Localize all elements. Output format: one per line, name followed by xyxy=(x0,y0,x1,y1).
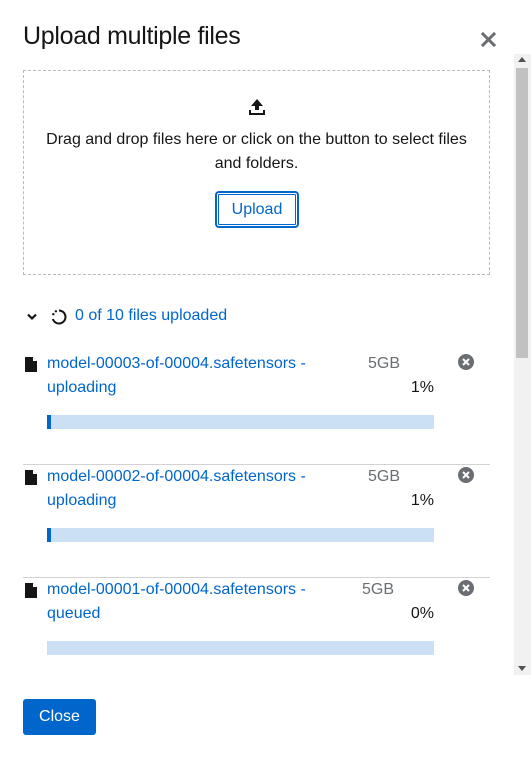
file-name[interactable]: model-00002-of-00004.safetensors - uploa… xyxy=(47,465,347,513)
dropzone[interactable]: Drag and drop files here or click on the… xyxy=(23,70,490,275)
file-item: model-00001-of-00004.safetensors - queue… xyxy=(23,578,490,674)
dropzone-instructions: Drag and drop files here or click on the… xyxy=(46,131,467,172)
file-name[interactable]: model-00003-of-00004.safetensors - uploa… xyxy=(47,352,347,400)
in-progress-icon xyxy=(51,309,67,325)
file-icon xyxy=(25,470,37,485)
modal-scrollbar[interactable] xyxy=(514,54,531,675)
file-progress-percent: 1% xyxy=(410,492,434,509)
file-size: 5GB xyxy=(368,468,401,485)
file-item: model-00002-of-00004.safetensors - uploa… xyxy=(23,465,490,578)
upload-button[interactable]: Upload xyxy=(215,191,299,228)
file-name[interactable]: model-00001-of-00004.safetensors - queue… xyxy=(47,578,347,626)
file-progress-fill xyxy=(47,415,51,429)
file-icon xyxy=(25,357,37,372)
file-progress-bar xyxy=(47,415,434,429)
remove-file-icon[interactable] xyxy=(458,580,474,596)
upload-icon xyxy=(249,99,265,115)
file-progress-percent: 0% xyxy=(410,605,434,622)
file-icon xyxy=(25,583,37,598)
upload-status: 0 of 10 files uploaded xyxy=(23,306,483,328)
scroll-up-arrow-icon[interactable] xyxy=(518,57,526,62)
close-icon[interactable] xyxy=(480,29,498,49)
modal-body: Drag and drop files here or click on the… xyxy=(0,54,531,674)
modal-title: Upload multiple files xyxy=(23,22,241,50)
file-progress-bar xyxy=(47,641,434,655)
remove-file-icon[interactable] xyxy=(458,354,474,370)
file-size: 5GB xyxy=(368,355,401,372)
file-progress-fill xyxy=(47,528,51,542)
upload-modal: Upload multiple files Drag and drop file… xyxy=(0,0,531,758)
file-progress-percent: 1% xyxy=(410,379,434,396)
chevron-down-icon[interactable] xyxy=(26,311,38,323)
file-item: model-00003-of-00004.safetensors - uploa… xyxy=(23,352,490,465)
close-button[interactable]: Close xyxy=(23,699,96,735)
file-progress-bar xyxy=(47,528,434,542)
scrollbar-thumb[interactable] xyxy=(516,68,528,358)
scroll-down-arrow-icon[interactable] xyxy=(518,666,526,671)
upload-status-text[interactable]: 0 of 10 files uploaded xyxy=(75,307,227,325)
remove-file-icon[interactable] xyxy=(458,467,474,483)
file-size: 5GB xyxy=(362,581,395,598)
